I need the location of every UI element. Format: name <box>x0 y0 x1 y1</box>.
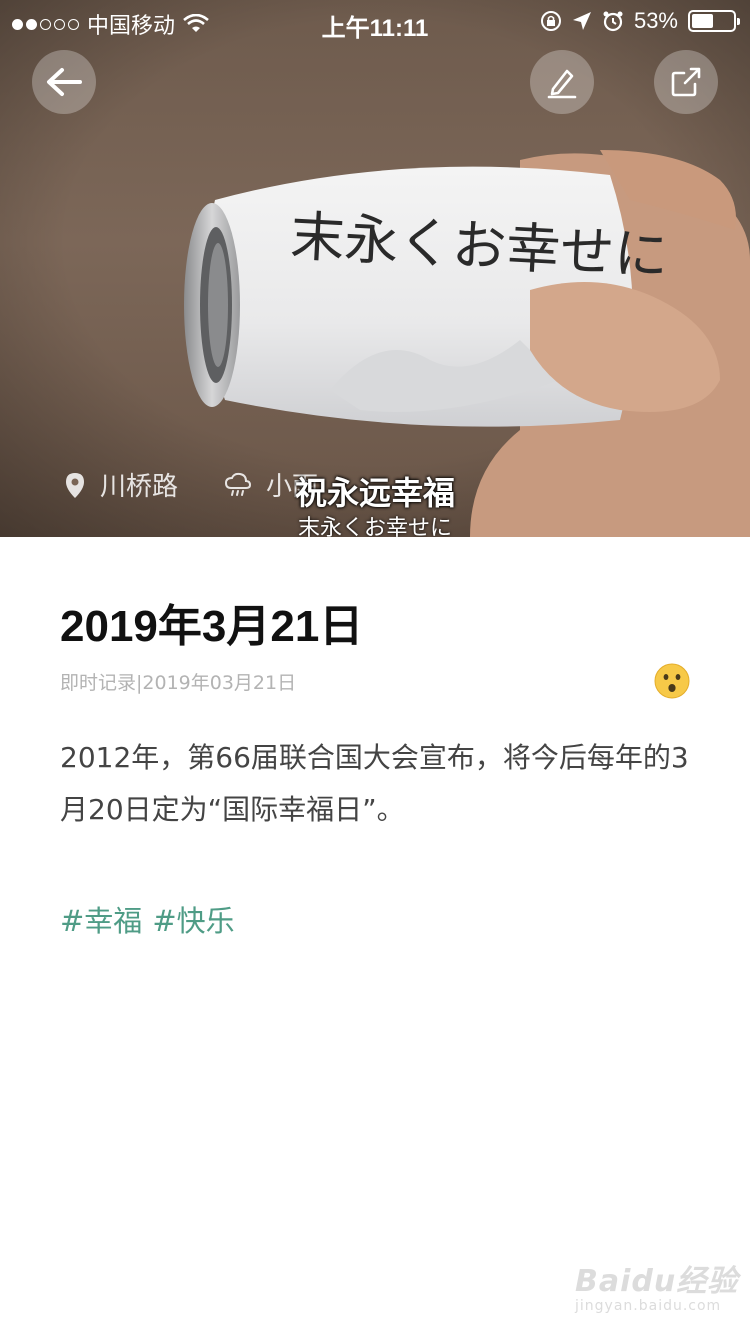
edit-button[interactable] <box>530 50 594 114</box>
entry-title: 2019年3月21日 <box>60 602 364 651</box>
share-button[interactable] <box>654 50 718 114</box>
surprised-face-icon[interactable] <box>654 663 690 699</box>
location-arrow-icon <box>572 12 591 30</box>
share-icon <box>671 67 701 97</box>
tag-item[interactable]: #快乐 <box>152 898 234 940</box>
alarm-icon <box>603 11 623 32</box>
pencil-icon <box>547 69 577 99</box>
battery-percent: 53% <box>633 8 678 33</box>
rotation-lock-icon <box>540 11 561 31</box>
entry-subinfo: 即时记录|2019年03月21日 <box>60 672 297 694</box>
video-subtitle-chinese: 祝永远幸福 <box>294 474 455 512</box>
watermark-url: jingyan.baidu.com <box>575 1298 722 1314</box>
video-subtitle-japanese: 末永くお幸せに <box>297 516 452 537</box>
battery-icon <box>688 10 740 32</box>
entry-body: 2012年，第66届联合国大会宣布，将今后每年的3月20日定为“国际幸福日”。 <box>60 741 689 826</box>
tag-item[interactable]: #幸福 <box>60 898 142 940</box>
watermark-brand: Baidu经验 <box>575 1264 739 1299</box>
arrow-left-icon <box>47 68 82 96</box>
photo-illustration: 末永くお幸せに <box>0 0 750 537</box>
back-button[interactable] <box>32 50 96 114</box>
hero-photo[interactable]: 末永くお幸せに 中国移动 上午11:11 53% 川桥路 小雨 祝永远幸福 末永… <box>0 0 750 537</box>
status-bar: 中国移动 上午11:11 53% <box>0 0 750 42</box>
tag-list: #幸福 #快乐 <box>60 898 235 940</box>
baidu-watermark: Baidu经验 jingyan.baidu.com <box>575 1256 738 1314</box>
